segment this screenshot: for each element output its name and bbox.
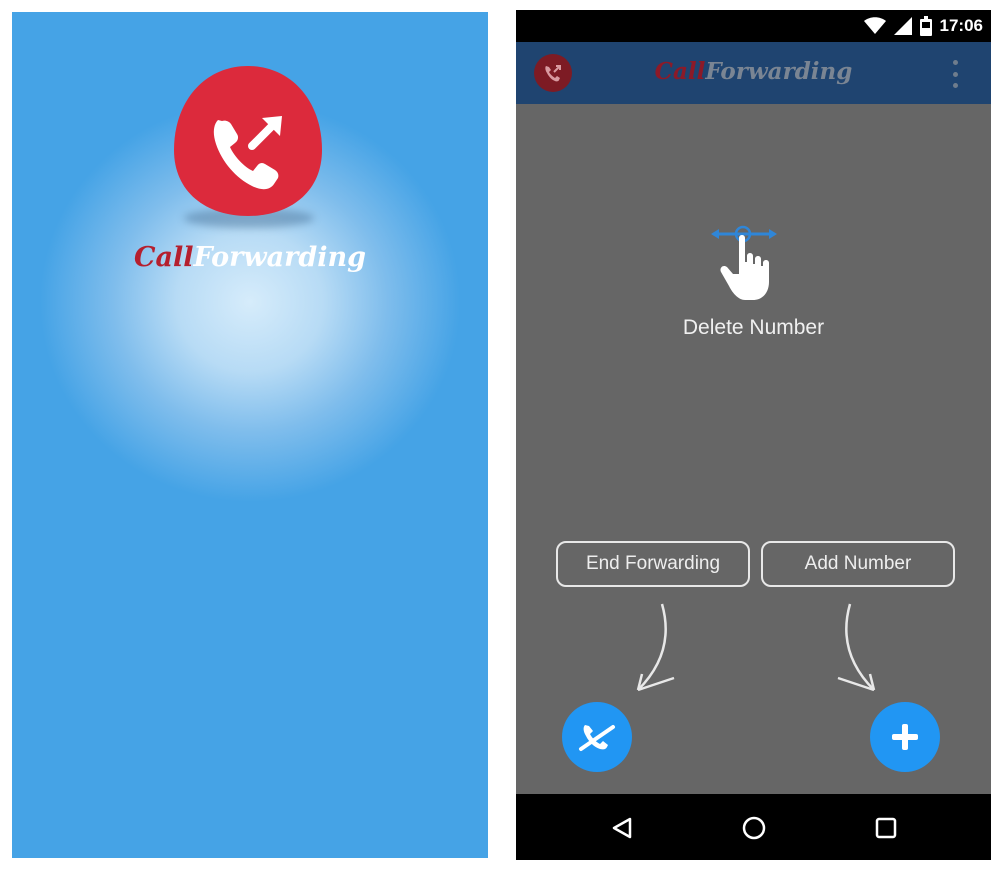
status-bar: 17:06 bbox=[516, 10, 991, 42]
navigation-bar bbox=[516, 794, 991, 860]
home-icon bbox=[742, 816, 766, 840]
tutorial-overlay: Delete Number End Forwarding Add Number bbox=[516, 104, 991, 794]
overflow-menu-icon[interactable] bbox=[953, 60, 961, 88]
back-icon bbox=[612, 817, 632, 839]
recents-button[interactable] bbox=[872, 814, 900, 842]
splash-title: CallForwarding bbox=[12, 242, 488, 273]
phone-forward-icon bbox=[174, 66, 322, 216]
app-screen: 17:06 CallForwarding Delete Number End F… bbox=[516, 10, 991, 860]
end-forwarding-tip: End Forwarding bbox=[556, 541, 750, 587]
add-number-button[interactable] bbox=[870, 702, 940, 772]
status-time: 17:06 bbox=[939, 16, 983, 35]
add-number-tip: Add Number bbox=[761, 541, 955, 587]
plus-icon bbox=[892, 724, 918, 750]
delete-number-hint: Delete Number bbox=[682, 316, 825, 339]
end-forwarding-button[interactable] bbox=[562, 702, 632, 772]
swipe-hand-icon bbox=[711, 225, 777, 300]
app-title: CallForwarding bbox=[516, 58, 991, 85]
app-title-call: Call bbox=[654, 58, 706, 85]
app-bar: CallForwarding bbox=[516, 42, 991, 104]
splash-title-forwarding: Forwarding bbox=[193, 242, 367, 273]
battery-icon bbox=[919, 16, 932, 36]
splash-title-call: Call bbox=[133, 242, 194, 273]
add-number-arrow-icon bbox=[837, 603, 876, 692]
home-button[interactable] bbox=[740, 814, 768, 842]
back-button[interactable] bbox=[608, 814, 636, 842]
recents-icon bbox=[875, 817, 897, 839]
splash-screen: CallForwarding bbox=[12, 12, 488, 858]
end-call-icon bbox=[579, 725, 615, 751]
signal-icon bbox=[893, 17, 912, 35]
wifi-icon bbox=[863, 17, 886, 34]
app-title-forwarding: Forwarding bbox=[705, 58, 853, 85]
end-forwarding-arrow-icon bbox=[636, 603, 675, 692]
